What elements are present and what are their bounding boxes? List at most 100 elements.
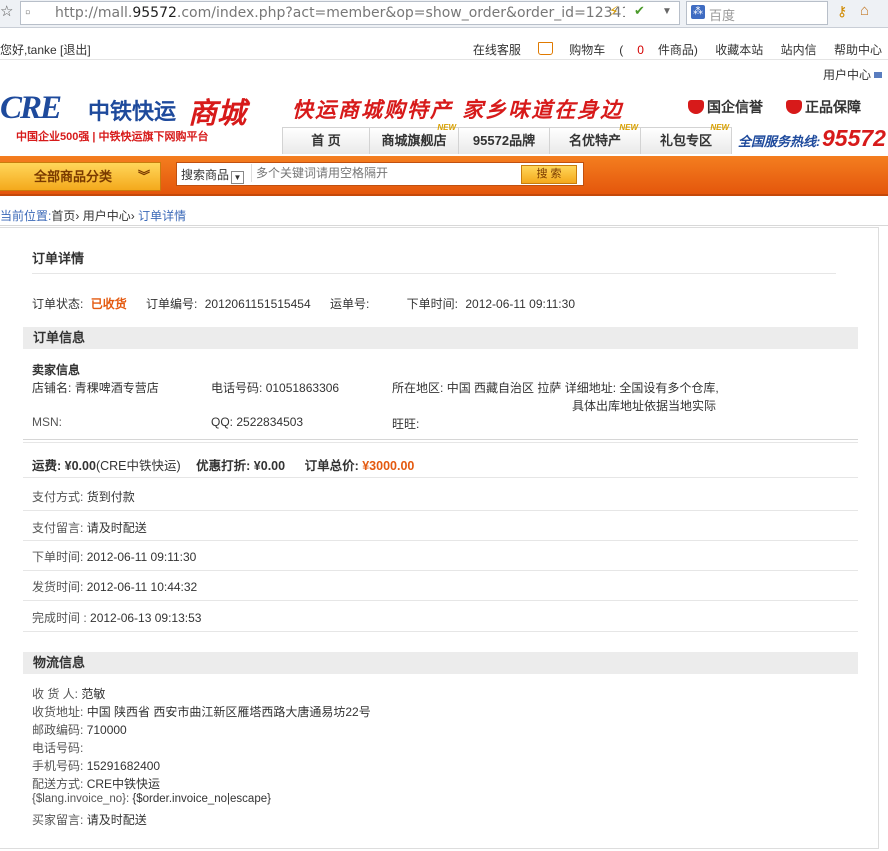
seller-info-heading: 卖家信息 [32, 363, 81, 377]
divider [32, 273, 836, 274]
divider [23, 540, 858, 541]
seller-region: 所在地区: 中国 西藏自治区 拉萨 详细地址: 全国设有多个仓库, [392, 381, 719, 395]
new-tag: NEW [710, 123, 729, 132]
bolt-icon[interactable]: ⚡ [609, 3, 619, 20]
search-engine-label: 百度 [709, 8, 736, 23]
breadcrumb-current: 订单详情 [138, 209, 187, 223]
price-summary: 运费: ¥0.00(CRE中铁快运) 优惠打折: ¥0.00 订单总价: ¥30… [32, 459, 415, 473]
seller-phone: 电话号码: 01051863306 [211, 381, 340, 395]
finish-time-row: 完成时间 : 2012-06-13 09:13:53 [32, 611, 202, 625]
logo-cn[interactable]: 中铁快运 [88, 94, 176, 126]
seller-msn: MSN: [32, 415, 62, 429]
divider [23, 477, 858, 478]
cart-link[interactable]: 购物车(0 件商品) [538, 42, 698, 57]
status-badge: 已收货 [90, 297, 127, 311]
online-service-link[interactable]: 在线客服 [473, 43, 521, 57]
user-greeting[interactable]: 您好,tanke [退出] [0, 41, 91, 58]
breadcrumb-home[interactable]: 首页 [51, 209, 75, 223]
url-text: http://mall.95572.com/index.php?act=memb… [55, 5, 625, 21]
home-icon[interactable]: ⌂ [860, 2, 869, 19]
logistics-row: 买家留言: 请及时配送 [32, 813, 147, 827]
bookmark-star-icon[interactable]: ☆ [0, 2, 13, 20]
seller-wangwang: 旺旺: [392, 417, 420, 431]
hotline-number: 95572 [822, 125, 886, 151]
search-input[interactable] [251, 164, 516, 182]
divider [23, 439, 858, 440]
divider [23, 600, 858, 601]
tab-brand[interactable]: 95572品牌 [458, 127, 550, 154]
logo-subtitle: 中国企业500强 | 中铁快运旗下网购平台 [16, 131, 209, 143]
logistics-row: 收货地址: 中国 陕西省 西安市曲江新区雁塔西路大唐通易坊22号 [32, 705, 371, 719]
seller-qq: QQ: 2522834503 [211, 415, 304, 429]
hotline-label: 全国服务热线: [738, 134, 821, 149]
double-chevron-down-icon: ︾ [138, 169, 151, 183]
logistics-row: 电话号码: [32, 741, 84, 755]
badge-soe-credit: 国企信誉 [688, 97, 763, 117]
tab-specialty[interactable]: 名优特产 NEW [549, 123, 641, 154]
tab-gift[interactable]: 礼包专区 NEW [640, 123, 732, 154]
site-top-bar: 您好,tanke [退出] 在线客服 购物车(0 件商品) 收藏本站 站内信 帮助… [0, 37, 888, 60]
chevron-down-icon[interactable]: ▼ [662, 6, 672, 17]
logistics-row: 配送方式: CRE中铁快运 [32, 777, 161, 791]
logo-en[interactable]: CRE [0, 90, 62, 127]
slogan-banner: 快运商城购特产 家乡味道在身边 [292, 97, 624, 122]
category-search-bar: 全部商品分类 ︾ 搜索商品▼ 搜 索 [0, 156, 888, 196]
new-tag: NEW [619, 123, 638, 132]
shipping-fee: ¥0.00 [64, 459, 96, 473]
handshake-icon [688, 100, 704, 114]
shipping-carrier: (CRE中铁快运) [95, 459, 181, 473]
dropdown-icon [874, 72, 882, 78]
site-search: 搜索商品▼ 搜 索 [176, 162, 584, 186]
breadcrumb-user-center[interactable]: 用户中心 [83, 209, 131, 223]
discount-value: ¥0.00 [253, 459, 286, 473]
order-time: 2012-06-11 09:11:30 [465, 297, 575, 311]
diamond-icon [786, 100, 802, 114]
badge-genuine: 正品保障 [786, 97, 861, 117]
search-button[interactable]: 搜 索 [521, 165, 577, 184]
logistics-row: 手机号码: 15291682400 [32, 759, 161, 773]
order-number: 2012061151515454 [204, 297, 311, 311]
logistics-row: 收 货 人: 范敏 [32, 687, 106, 701]
messages-link[interactable]: 站内信 [781, 43, 817, 57]
divider [0, 225, 888, 226]
divider [23, 570, 858, 571]
page-title: 订单详情 [32, 251, 85, 266]
divider [23, 631, 858, 632]
order-info-heading: 订单信息 [23, 327, 858, 349]
new-tag: NEW [437, 123, 456, 132]
search-type-select[interactable]: 搜索商品 ▼ [181, 166, 245, 184]
ship-time-row: 发货时间: 2012-06-11 10:44:32 [32, 580, 198, 594]
payment-message: 支付留言: 请及时配送 [32, 521, 147, 535]
help-link[interactable]: 帮助中心 [834, 43, 882, 57]
divider [23, 442, 858, 443]
key-icon[interactable]: ⚷ [837, 3, 847, 20]
order-total: ¥3000.00 [362, 459, 415, 473]
divider [23, 510, 858, 511]
search-engine-icon: ⁂ [691, 5, 705, 19]
tab-home[interactable]: 首 页 [282, 127, 370, 154]
favorite-link[interactable]: 收藏本站 [715, 43, 763, 57]
address-bar[interactable]: ▫ http://mall.95572.com/index.php?act=me… [20, 1, 680, 25]
top-links: 在线客服 购物车(0 件商品) 收藏本站 站内信 帮助中心 [459, 41, 882, 58]
logistics-row: {$lang.invoice_no}: {$order.invoice_no|e… [32, 793, 271, 805]
seller-address-line2: 具体出库地址依据当地实际 [572, 399, 717, 413]
breadcrumb-prefix: 当前位置: [0, 209, 52, 223]
payment-method: 支付方式: 货到付款 [32, 490, 135, 504]
tab-flagship[interactable]: 商城旗舰店 NEW [369, 123, 459, 154]
all-categories-button[interactable]: 全部商品分类 ︾ [0, 162, 161, 191]
logistics-heading: 物流信息 [23, 652, 858, 674]
browser-search-box[interactable]: ⁂ 百度 [686, 1, 828, 25]
shop-name: 店铺名: 青稞啤酒专营店 [32, 381, 159, 395]
cart-count: 0 [637, 43, 644, 57]
order-summary: 订单状态: 已收货 订单编号: 2012061151515454 运单号: 下单… [32, 297, 575, 311]
breadcrumb: 当前位置:首页› 用户中心› 订单详情 [0, 209, 187, 223]
cart-icon [538, 42, 554, 55]
user-center-menu[interactable]: 用户中心 [823, 66, 882, 83]
check-icon[interactable]: ✔ [634, 3, 645, 19]
logistics-row: 邮政编码: 710000 [32, 723, 127, 737]
logo-mall[interactable]: 商城 [188, 90, 246, 132]
order-detail-panel: 订单详情 订单状态: 已收货 订单编号: 2012061151515454 运单… [0, 227, 879, 849]
page-icon: ▫ [25, 4, 31, 21]
chevron-down-icon: ▼ [231, 171, 245, 184]
order-time-row: 下单时间: 2012-06-11 09:11:30 [32, 550, 197, 564]
